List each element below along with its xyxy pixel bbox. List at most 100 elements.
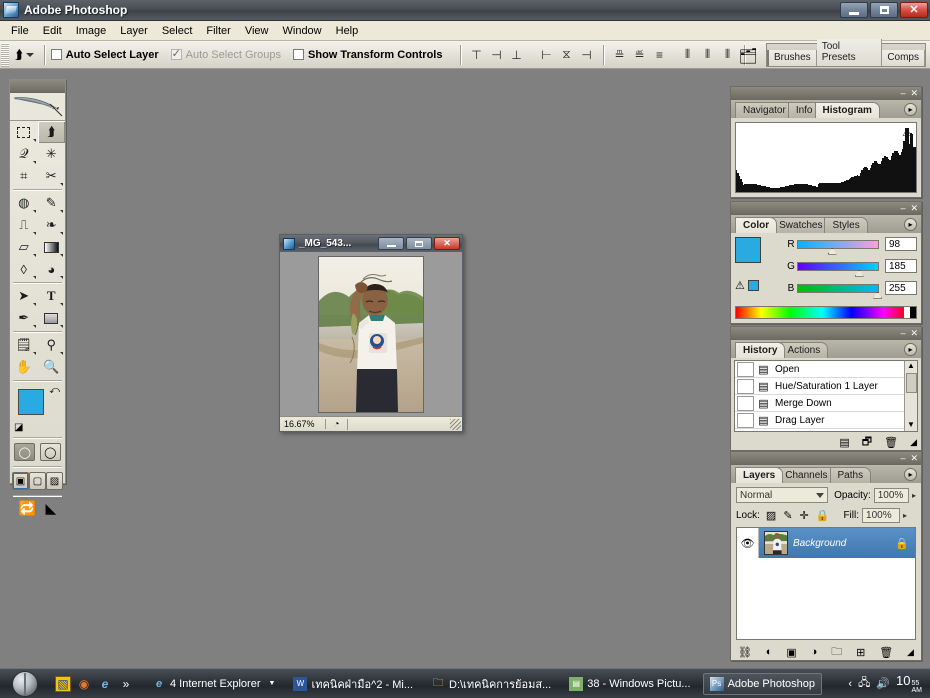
distribute-right-edges-icon[interactable]: ⦀	[718, 46, 736, 64]
jump-to-imageready-icon[interactable]: 🔁	[19, 500, 36, 517]
new-snapshot-icon[interactable]: 🗗	[862, 433, 872, 452]
g-slider[interactable]	[797, 261, 879, 277]
palette-titlebar[interactable]: – ✕	[731, 327, 921, 340]
foreground-color-swatch[interactable]	[18, 389, 44, 415]
restore-button[interactable]	[870, 2, 898, 18]
full-screen-mode-button[interactable]: ▨	[46, 472, 63, 490]
scroll-down-icon[interactable]: ▼	[907, 420, 915, 431]
history-scrollbar[interactable]: ▲ ▼	[904, 361, 917, 431]
chevron-down-icon[interactable]	[25, 52, 34, 57]
brush-tool[interactable]: ✎	[38, 192, 66, 214]
fill-stepper[interactable]: ▸	[903, 511, 907, 520]
layer-style-icon[interactable]: ◐	[766, 646, 773, 658]
palette-menu-icon[interactable]: ▸	[904, 343, 917, 356]
delete-layer-icon[interactable]: 🗑	[879, 646, 893, 659]
eraser-tool[interactable]: ▱	[10, 236, 38, 258]
auto-select-layer-checkbox[interactable]: Auto Select Layer	[50, 49, 159, 61]
tab-history[interactable]: History	[735, 342, 786, 358]
file-browser-icon[interactable]: 🗂	[735, 44, 761, 68]
healing-brush-tool[interactable]: ◍	[10, 192, 38, 214]
tab-layers[interactable]: Layers	[735, 467, 784, 483]
new-layer-icon[interactable]: ⊞	[856, 646, 865, 659]
palette-close-icon[interactable]: ✕	[910, 454, 918, 463]
palette-menu-icon[interactable]: ▸	[904, 468, 917, 481]
b-value-field[interactable]: 255	[885, 281, 917, 295]
align-bottom-edges-icon[interactable]: ⊥	[507, 46, 525, 64]
crop-tool[interactable]: ⌗	[10, 165, 38, 187]
lock-transparent-pixels-icon[interactable]: ▨	[766, 509, 776, 522]
quick-launch-overflow-icon[interactable]: »	[118, 676, 134, 692]
scrollbar-thumb[interactable]	[905, 373, 917, 393]
gamut-replacement-swatch[interactable]	[747, 280, 759, 291]
foreground-color-swatch[interactable]	[735, 237, 761, 263]
align-left-edges-icon[interactable]: ⊢	[537, 46, 555, 64]
palette-titlebar[interactable]: – ✕	[731, 87, 921, 100]
zoom-tool[interactable]: 🔍	[38, 356, 66, 378]
magic-wand-tool[interactable]: ✳	[38, 143, 66, 165]
palette-titlebar[interactable]: – ✕	[731, 452, 921, 465]
g-value-field[interactable]: 185	[885, 259, 917, 273]
history-snapshot-checkbox[interactable]	[737, 361, 754, 377]
document-minimize-button[interactable]	[378, 237, 404, 250]
options-bar-grip[interactable]	[1, 42, 9, 67]
out-of-gamut-warning-icon[interactable]: ⚠	[735, 279, 745, 292]
standard-screen-mode-button[interactable]: ▣	[12, 472, 29, 490]
menu-item-window[interactable]: Window	[276, 23, 329, 39]
r-slider[interactable]	[797, 239, 879, 255]
distribute-vertical-centers-icon[interactable]: ≝	[630, 46, 648, 64]
image-canvas[interactable]	[319, 256, 423, 412]
distribute-left-edges-icon[interactable]: ⦀	[678, 46, 696, 64]
align-horizontal-centers-icon[interactable]: ⧖	[557, 46, 575, 64]
taskbar-item-explorer-folder[interactable]: 🗀 D:\เทคนิคการย้อมส...	[425, 673, 557, 695]
taskbar-item-internet-explorer[interactable]: e 4 Internet Explorer ▼	[146, 673, 281, 695]
align-vertical-centers-icon[interactable]: ⊣	[487, 46, 505, 64]
menu-item-image[interactable]: Image	[69, 23, 114, 39]
document-titlebar[interactable]: _MG_543... ✕	[280, 235, 462, 252]
palette-close-icon[interactable]: ✕	[910, 204, 918, 213]
new-group-icon[interactable]: 🗀	[831, 643, 842, 662]
tab-navigator[interactable]: Navigator	[735, 102, 794, 118]
layer-mask-icon[interactable]: ▣	[786, 646, 796, 659]
history-snapshot-checkbox[interactable]	[737, 378, 754, 394]
layer-name[interactable]: Background	[793, 538, 895, 549]
show-desktop-icon[interactable]: ▧	[55, 675, 71, 692]
type-tool[interactable]: T	[38, 285, 66, 307]
history-snapshot-checkbox[interactable]	[737, 412, 754, 428]
tab-swatches[interactable]: Swatches	[771, 217, 831, 233]
slider-thumb[interactable]	[873, 291, 883, 299]
delete-state-icon[interactable]: 🗑	[884, 436, 898, 449]
distribute-horizontal-centers-icon[interactable]: ⫴	[698, 46, 716, 64]
notes-tool[interactable]: 🗒	[10, 334, 38, 356]
menu-item-edit[interactable]: Edit	[36, 23, 69, 39]
link-layers-icon[interactable]: ⛓	[738, 646, 752, 659]
internet-explorer-icon[interactable]: e	[97, 676, 113, 692]
color-spectrum-bar[interactable]	[735, 306, 917, 319]
taskbar-item-windows-picture-viewer[interactable]: ▤ 38 - Windows Pictu...	[563, 673, 696, 695]
swap-colors-icon[interactable]: ⤺	[49, 385, 60, 396]
tab-actions[interactable]: Actions	[779, 342, 829, 358]
tab-color[interactable]: Color	[735, 217, 778, 233]
lasso-tool[interactable]: 𝒬	[10, 143, 38, 165]
show-transform-controls-checkbox[interactable]: Show Transform Controls	[293, 49, 442, 61]
slider-thumb[interactable]	[854, 269, 864, 277]
taskbar-item-word-document[interactable]: W เทคนิคฝ่ามือ^2 - Mi...	[287, 673, 419, 695]
tab-styles[interactable]: Styles	[824, 217, 868, 233]
document-close-button[interactable]: ✕	[434, 237, 460, 250]
layer-thumbnail[interactable]	[764, 531, 788, 555]
list-item[interactable]: ▤ Hue/Saturation 1 Layer	[735, 378, 917, 395]
blur-tool[interactable]: ◊	[10, 258, 38, 280]
palette-minimize-icon[interactable]: –	[900, 204, 905, 213]
menu-item-filter[interactable]: Filter	[199, 23, 237, 39]
firefox-icon[interactable]: ◉	[76, 676, 92, 692]
fill-field[interactable]: 100%	[862, 508, 901, 523]
gradient-tool[interactable]	[38, 236, 66, 258]
opacity-stepper[interactable]: ▸	[912, 491, 916, 500]
histogram-chart[interactable]: ⚠	[735, 122, 917, 193]
tab-channels[interactable]: Channels	[777, 467, 836, 483]
palette-menu-icon[interactable]: ▸	[904, 103, 917, 116]
distribute-top-edges-icon[interactable]: ≞	[610, 46, 628, 64]
lock-all-icon[interactable]: 🔒	[816, 509, 830, 522]
eyedropper-tool[interactable]: ⚲	[38, 334, 66, 356]
layers-list[interactable]: 👁 Background 🔒	[736, 527, 916, 640]
zoom-level-field[interactable]: 16.67%	[280, 419, 326, 429]
